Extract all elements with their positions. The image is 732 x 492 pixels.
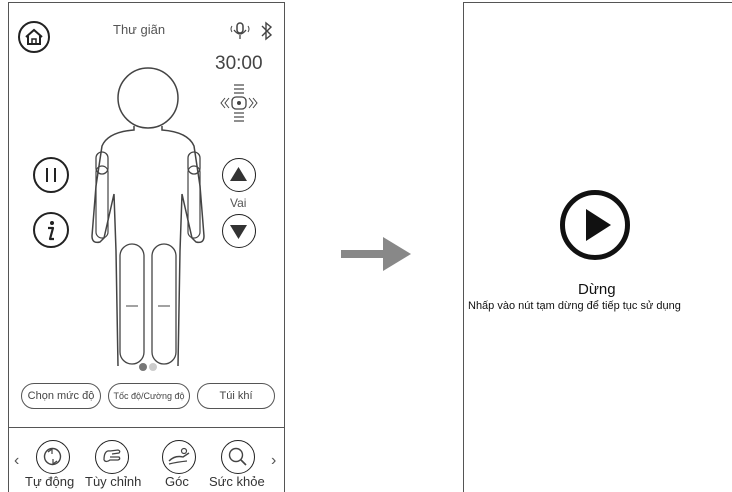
microphone-icon[interactable] [229, 20, 251, 42]
health-mode-button[interactable] [221, 440, 255, 474]
triangle-down-icon [230, 225, 247, 239]
paused-status: Dừng [578, 281, 616, 298]
body-area-label: Vai [230, 196, 247, 210]
info-icon [48, 221, 55, 241]
search-icon [228, 447, 247, 466]
auto-cycle-icon [43, 447, 62, 466]
nav-next-arrow[interactable]: › [271, 452, 276, 470]
angle-mode-button[interactable] [162, 440, 196, 474]
body-figure [91, 67, 205, 366]
timer-display: 30:00 [215, 53, 263, 74]
custom-mode-button[interactable] [95, 440, 129, 474]
play-button[interactable] [560, 190, 630, 260]
info-button[interactable] [33, 212, 69, 248]
airbag-button[interactable]: Túi khí [197, 383, 275, 409]
speed-intensity-button[interactable]: Tốc độ/Cường độ [108, 383, 190, 409]
pager-dot-active [139, 363, 147, 371]
transition-arrow-icon [341, 237, 411, 271]
move-down-button[interactable] [222, 214, 256, 248]
triangle-up-icon [230, 167, 247, 181]
hand-icon [103, 449, 121, 463]
nav-prev-arrow[interactable]: ‹ [14, 452, 19, 470]
nav-label-auto[interactable]: Tự động [25, 474, 74, 489]
bluetooth-icon[interactable] [259, 20, 275, 42]
nav-label-angle[interactable]: Góc [165, 474, 189, 489]
nav-label-custom[interactable]: Tùy chỉnh [85, 474, 141, 489]
level-select-button[interactable]: Chọn mức độ [21, 383, 101, 409]
position-adjust-icon[interactable] [219, 82, 259, 124]
recline-chair-icon [168, 447, 190, 465]
nav-label-health[interactable]: Sức khỏe [209, 474, 265, 489]
auto-mode-button[interactable] [36, 440, 70, 474]
move-up-button[interactable] [222, 158, 256, 192]
pause-icon [46, 168, 56, 182]
home-button[interactable] [18, 21, 50, 53]
play-icon [586, 209, 611, 241]
pager-dot [149, 363, 157, 371]
home-icon [25, 28, 43, 45]
paused-hint: Nhấp vào nút tạm dừng để tiếp tục sử dụn… [468, 300, 681, 312]
program-title: Thư giãn [113, 22, 166, 37]
pause-button[interactable] [33, 157, 69, 193]
bottom-nav-divider [8, 427, 285, 428]
